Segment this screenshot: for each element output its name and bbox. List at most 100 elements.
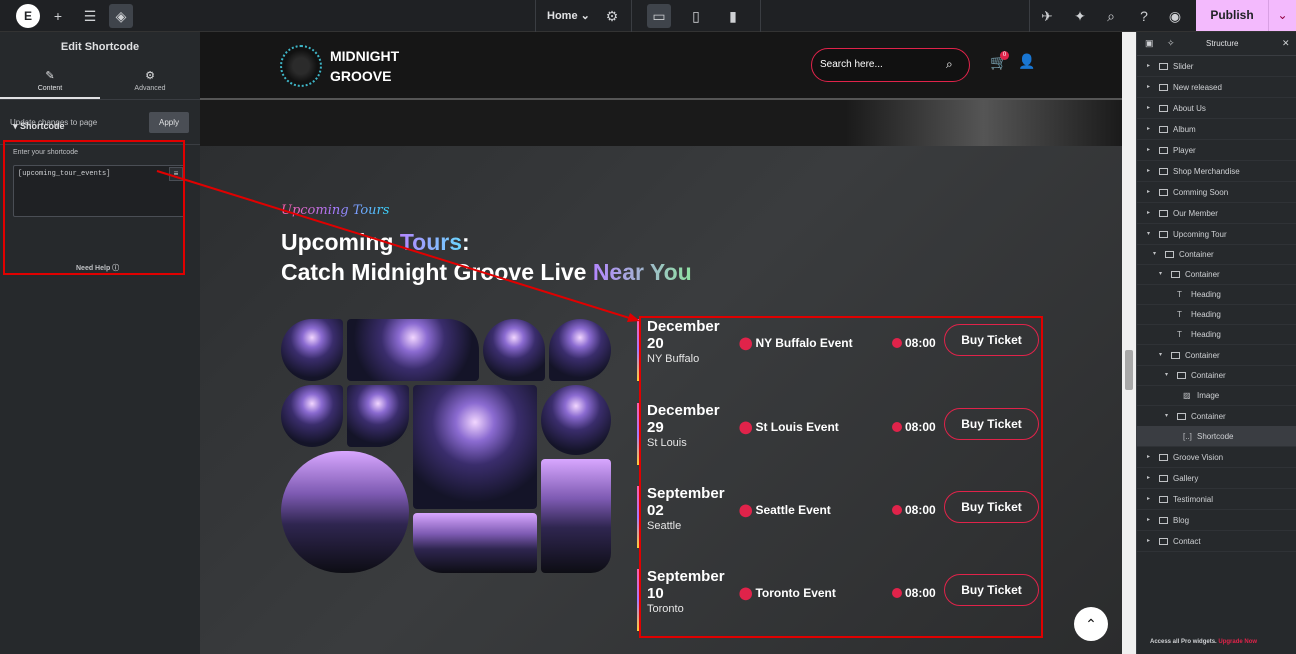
preview-eye-icon[interactable]: ◉ xyxy=(1163,4,1187,28)
chevron-right-icon[interactable]: ▸ xyxy=(1147,531,1150,552)
chevron-right-icon[interactable]: ▸ xyxy=(1147,77,1150,98)
structure-item[interactable]: ▸ Shop Merchandise xyxy=(1137,161,1296,182)
structure-item[interactable]: ▾ Container xyxy=(1137,365,1296,386)
chevron-down-icon[interactable]: ▾ xyxy=(1159,264,1162,285)
structure-item[interactable]: ▸ Album xyxy=(1137,119,1296,140)
tab-advanced[interactable]: ⚙ Advanced xyxy=(100,62,200,99)
concert-image-collage xyxy=(281,319,611,573)
divider xyxy=(1029,0,1030,32)
scrollbar-thumb[interactable] xyxy=(1125,350,1133,390)
apply-button[interactable]: Apply xyxy=(149,112,189,133)
structure-item[interactable]: ▨ Image xyxy=(1137,385,1296,406)
elementor-logo-icon[interactable]: E xyxy=(16,4,40,28)
container-icon xyxy=(1159,189,1168,196)
user-account-icon[interactable]: 👤 xyxy=(1018,53,1035,70)
structure-item-label: Container xyxy=(1185,351,1220,360)
structure-item[interactable]: T Heading xyxy=(1137,324,1296,345)
chevron-right-icon[interactable]: ▸ xyxy=(1147,56,1150,77)
chevron-right-icon[interactable]: ▸ xyxy=(1147,161,1150,182)
mobile-view-icon[interactable]: ▮ xyxy=(721,4,745,28)
collage-tile xyxy=(483,319,545,381)
structure-item[interactable]: ▸ Player xyxy=(1137,140,1296,161)
chevron-down-icon[interactable]: ▾ xyxy=(1165,406,1168,427)
container-icon xyxy=(1159,454,1168,461)
canvas-scrollbar[interactable] xyxy=(1122,32,1136,654)
chevron-right-icon[interactable]: ▸ xyxy=(1147,510,1150,531)
section-headline: Upcoming Tours: Catch Midnight Groove Li… xyxy=(281,229,692,285)
structure-item[interactable]: [..] Shortcode xyxy=(1137,426,1296,447)
container-icon xyxy=(1159,231,1168,238)
structure-item[interactable]: ▾ Container xyxy=(1137,345,1296,366)
tab-content[interactable]: ✎ Content xyxy=(0,62,100,99)
container-icon xyxy=(1165,251,1174,258)
chevron-right-icon[interactable]: ▸ xyxy=(1147,468,1150,489)
site-settings-icon[interactable]: ☰ xyxy=(78,4,102,28)
structure-item[interactable]: ▸ Groove Vision xyxy=(1137,447,1296,468)
structure-item[interactable]: ▸ Contact xyxy=(1137,531,1296,552)
add-element-icon[interactable]: + xyxy=(46,4,70,28)
structure-item[interactable]: ▾ Container xyxy=(1137,244,1296,265)
container-icon xyxy=(1159,475,1168,482)
notifications-icon[interactable]: ✦ xyxy=(1068,4,1092,28)
close-icon[interactable]: ✕ xyxy=(1282,38,1290,49)
section-subtitle: Upcoming Tours xyxy=(281,203,390,218)
structure-item-label: Slider xyxy=(1173,62,1194,71)
tablet-view-icon[interactable]: ▯ xyxy=(684,4,708,28)
chevron-right-icon[interactable]: ▸ xyxy=(1147,98,1150,119)
site-search-input[interactable]: Search here... ⌕ xyxy=(811,48,970,82)
upgrade-now-link[interactable]: Upgrade Now xyxy=(1218,639,1257,645)
structure-item[interactable]: ▸ Comming Soon xyxy=(1137,182,1296,203)
search-icon[interactable]: ⌕ xyxy=(946,57,953,72)
ai-sparkle-icon[interactable]: ✧ xyxy=(1167,38,1175,49)
structure-item[interactable]: ▸ Our Member xyxy=(1137,203,1296,224)
structure-item[interactable]: T Heading xyxy=(1137,304,1296,325)
help-icon[interactable]: ? xyxy=(1132,4,1156,28)
page-select[interactable]: Home ⌄ xyxy=(547,0,590,32)
structure-item[interactable]: ▸ New released xyxy=(1137,77,1296,98)
structure-item-label: Testimonial xyxy=(1173,495,1214,504)
collage-tile xyxy=(347,319,479,381)
annotation-highlight-box xyxy=(639,316,1043,638)
scroll-to-top-icon[interactable]: ⌃ xyxy=(1074,607,1108,641)
chevron-down-icon[interactable]: ▾ xyxy=(1147,224,1150,245)
structure-item[interactable]: ▸ Blog xyxy=(1137,510,1296,531)
chevron-right-icon[interactable]: ▸ xyxy=(1147,119,1150,140)
container-icon xyxy=(1159,105,1168,112)
structure-item-label: Container xyxy=(1179,250,1214,259)
chevron-right-icon[interactable]: ▸ xyxy=(1147,447,1150,468)
structure-item-label: Upcoming Tour xyxy=(1173,230,1227,239)
structure-item-label: Heading xyxy=(1191,290,1221,299)
site-logo[interactable]: MIDNIGHT GROOVE xyxy=(330,46,399,86)
structure-item-label: Image xyxy=(1197,391,1220,400)
page-settings-icon[interactable]: ⚙ xyxy=(600,4,624,28)
structure-item[interactable]: ▾ Container xyxy=(1137,406,1296,427)
desktop-view-icon[interactable]: ▭ xyxy=(647,4,671,28)
structure-item[interactable]: ▾ Upcoming Tour xyxy=(1137,224,1296,245)
publish-button[interactable]: Publish xyxy=(1196,0,1268,31)
structure-item-label: Album xyxy=(1173,125,1196,134)
container-icon xyxy=(1159,126,1168,133)
structure-item[interactable]: ▸ About Us xyxy=(1137,98,1296,119)
structure-layers-icon[interactable]: ◈ xyxy=(109,4,133,28)
structure-item[interactable]: T Heading xyxy=(1137,284,1296,305)
dock-icon[interactable]: ▣ xyxy=(1145,38,1154,49)
structure-item[interactable]: ▾ Container xyxy=(1137,264,1296,285)
search-icon[interactable]: ⌕ xyxy=(1099,4,1123,28)
divider xyxy=(760,0,761,32)
chevron-down-icon[interactable]: ▾ xyxy=(1159,345,1162,366)
structure-header: ▣ ✧ Structure ✕ xyxy=(1137,32,1296,56)
shortcode-section-toggle[interactable]: ▾ Shortcode xyxy=(13,121,65,132)
publish-options-chevron-icon[interactable]: ⌄ xyxy=(1268,0,1296,31)
chevron-right-icon[interactable]: ▸ xyxy=(1147,203,1150,224)
rocket-icon[interactable]: ✈ xyxy=(1035,4,1059,28)
structure-item-label: Heading xyxy=(1191,330,1221,339)
chevron-right-icon[interactable]: ▸ xyxy=(1147,182,1150,203)
structure-item[interactable]: ▸ Testimonial xyxy=(1137,489,1296,510)
chevron-down-icon[interactable]: ▾ xyxy=(1153,244,1156,265)
divider xyxy=(631,0,632,32)
structure-item[interactable]: ▸ Slider xyxy=(1137,56,1296,77)
structure-item[interactable]: ▸ Gallery xyxy=(1137,468,1296,489)
chevron-down-icon[interactable]: ▾ xyxy=(1165,365,1168,386)
chevron-right-icon[interactable]: ▸ xyxy=(1147,140,1150,161)
chevron-right-icon[interactable]: ▸ xyxy=(1147,489,1150,510)
